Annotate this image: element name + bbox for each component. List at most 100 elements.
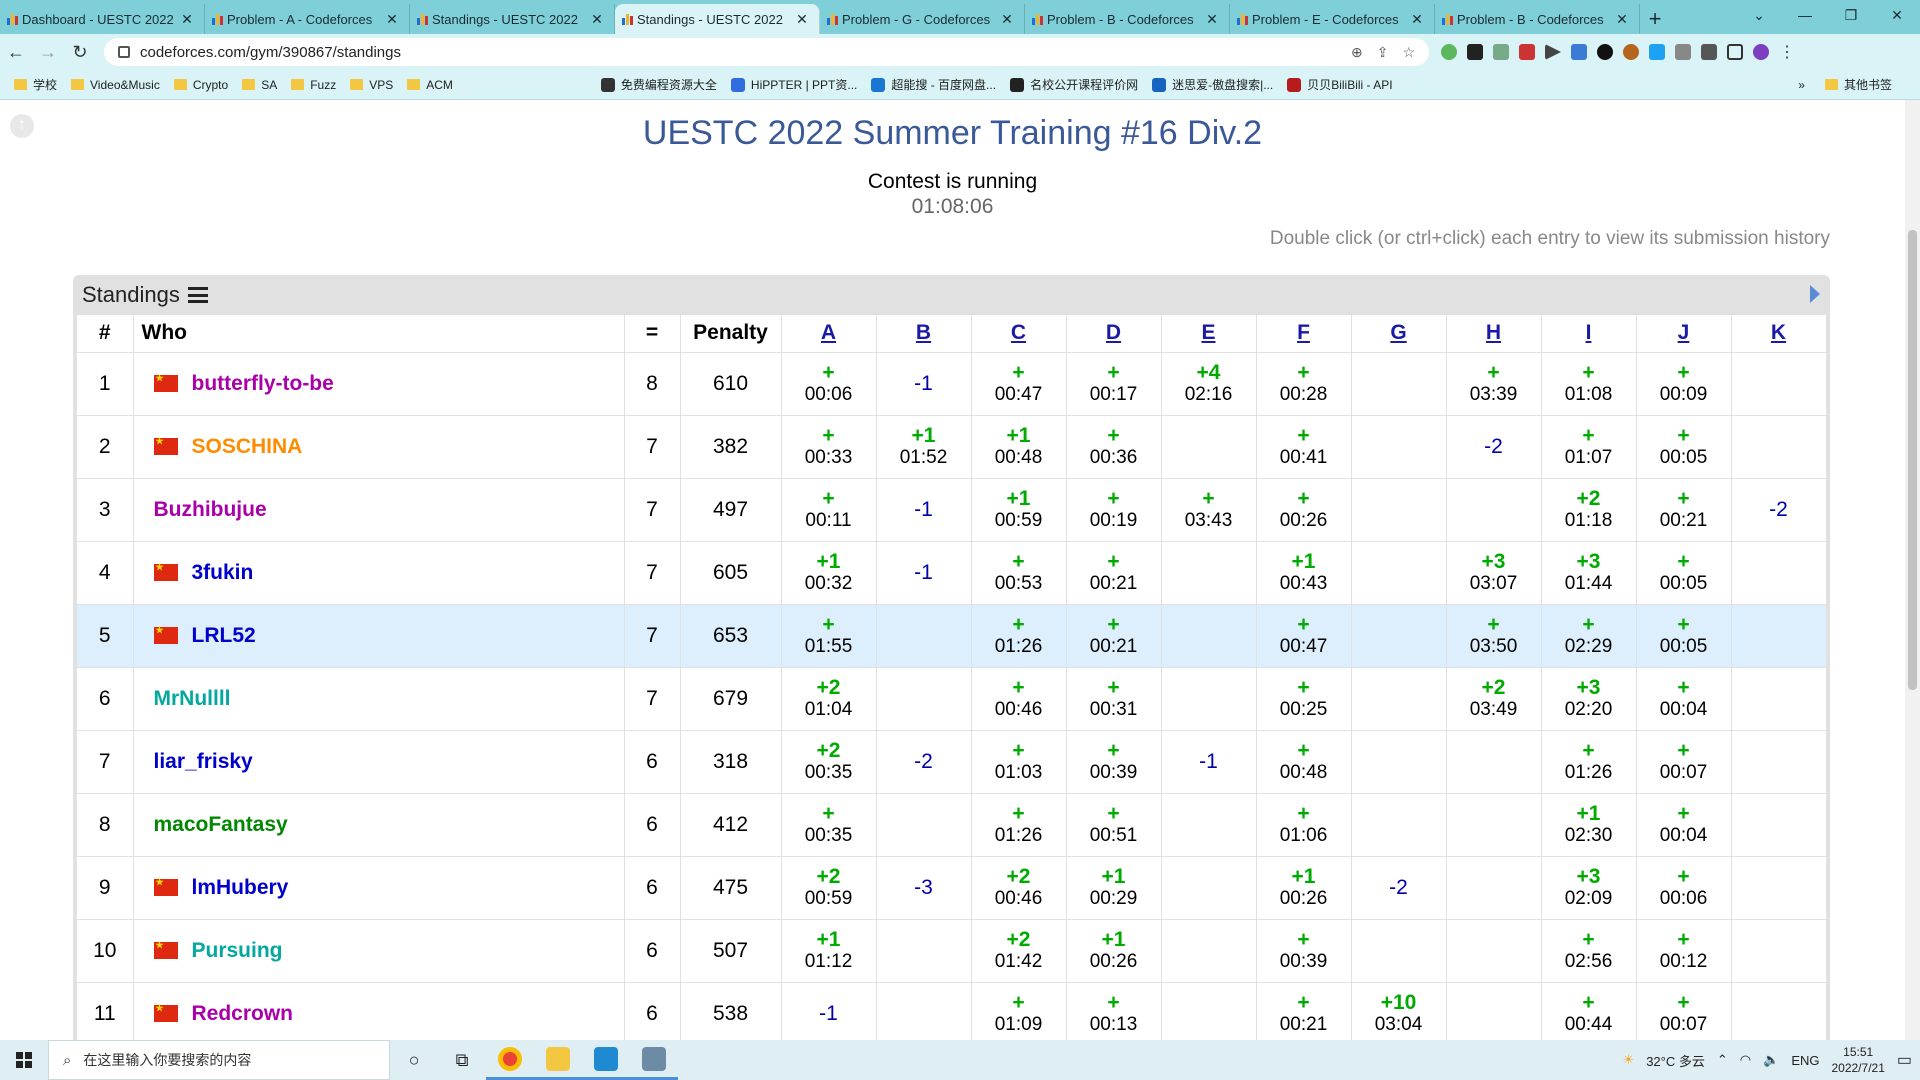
problem-link[interactable]: A: [821, 321, 836, 344]
problem-result-cell[interactable]: +2 00:35: [781, 730, 877, 794]
bookmark-star-icon[interactable]: ☆: [1402, 44, 1415, 61]
problem-result-cell[interactable]: [1351, 730, 1447, 794]
problem-result-cell[interactable]: +00:04: [1636, 793, 1732, 857]
participant-handle-link[interactable]: Buzhibujue: [154, 498, 267, 521]
address-bar[interactable]: codeforces.com/gym/390867/standings ⊕ ⇪ …: [104, 38, 1429, 66]
problem-result-cell[interactable]: +00:05: [1636, 604, 1732, 668]
participant-handle-link[interactable]: macoFantasy: [154, 813, 288, 836]
problem-result-cell[interactable]: [876, 793, 972, 857]
problem-result-cell[interactable]: [1731, 856, 1827, 920]
problem-result-cell[interactable]: +01:26: [971, 793, 1067, 857]
problem-link[interactable]: D: [1106, 321, 1121, 344]
problem-result-cell[interactable]: +2 01:18: [1541, 478, 1637, 542]
tab-close-icon[interactable]: ✕: [1615, 11, 1629, 28]
problem-link[interactable]: I: [1586, 321, 1592, 344]
problem-result-cell[interactable]: -2: [1446, 415, 1542, 479]
weather-text[interactable]: 32°C 多云: [1646, 1051, 1705, 1070]
problem-result-cell[interactable]: +00:07: [1636, 982, 1732, 1040]
problem-result-cell[interactable]: +00:06: [1636, 856, 1732, 920]
bookmark-folder[interactable]: ACM: [407, 78, 453, 92]
participant-handle-link[interactable]: MrNullll: [154, 687, 231, 710]
problem-result-cell[interactable]: [1731, 415, 1827, 479]
problem-result-cell[interactable]: +2 03:49: [1446, 667, 1542, 731]
problem-result-cell[interactable]: +1 00:48: [971, 415, 1067, 479]
problem-result-cell[interactable]: +1 01:52: [876, 415, 972, 479]
clock[interactable]: 15:51 2022/7/21: [1831, 1044, 1884, 1076]
problem-result-cell[interactable]: -1: [876, 541, 972, 605]
problem-result-cell[interactable]: +00:46: [971, 667, 1067, 731]
problem-result-cell[interactable]: +00:31: [1066, 667, 1162, 731]
problem-result-cell[interactable]: [1351, 793, 1447, 857]
problem-result-cell[interactable]: [1731, 541, 1827, 605]
bookmark-folder[interactable]: SA: [242, 78, 277, 92]
problem-result-cell[interactable]: -2: [1351, 856, 1447, 920]
vscode-icon[interactable]: [582, 1040, 630, 1080]
problem-result-cell[interactable]: [1446, 982, 1542, 1040]
problem-result-cell[interactable]: +3 01:44: [1541, 541, 1637, 605]
standings-row[interactable]: 11Redcrown6538-1+01:09+00:13+00:21+1003:…: [77, 982, 1827, 1040]
close-window-button[interactable]: ✕: [1874, 0, 1920, 34]
problem-result-cell[interactable]: +1 00:29: [1066, 856, 1162, 920]
participant-handle-link[interactable]: lmHubery: [192, 876, 289, 899]
problem-link[interactable]: B: [916, 321, 931, 344]
problem-result-cell[interactable]: [876, 919, 972, 983]
problem-result-cell[interactable]: +00:36: [1066, 415, 1162, 479]
participant-handle-link[interactable]: LRL52: [192, 624, 256, 647]
tab-close-icon[interactable]: ✕: [795, 11, 809, 28]
problem-result-cell[interactable]: [1161, 667, 1257, 731]
problem-result-cell[interactable]: +00:47: [971, 352, 1067, 416]
problem-result-cell[interactable]: [1351, 919, 1447, 983]
tab-close-icon[interactable]: ✕: [180, 11, 194, 28]
extension-icon[interactable]: [1597, 44, 1613, 60]
problem-result-cell[interactable]: +1 00:26: [1256, 856, 1352, 920]
problem-result-cell[interactable]: +01:55: [781, 604, 877, 668]
problem-link[interactable]: E: [1201, 321, 1215, 344]
share-icon[interactable]: ⇪: [1377, 44, 1389, 61]
problem-result-cell[interactable]: +01:07: [1541, 415, 1637, 479]
problem-result-cell[interactable]: [1161, 982, 1257, 1040]
problem-result-cell[interactable]: [1161, 919, 1257, 983]
problem-result-cell[interactable]: [1446, 730, 1542, 794]
tab-search-icon[interactable]: ⌄: [1736, 0, 1782, 34]
problem-result-cell[interactable]: +00:25: [1256, 667, 1352, 731]
standings-row[interactable]: 5LRL527653+01:55+01:26+00:21+00:47+03:50…: [77, 604, 1827, 668]
browser-tab[interactable]: Problem - B - Codeforces ✕: [1025, 4, 1230, 34]
cookie-extension-icon[interactable]: [1623, 44, 1639, 60]
problem-result-cell[interactable]: +00:44: [1541, 982, 1637, 1040]
problem-result-cell[interactable]: +2 00:46: [971, 856, 1067, 920]
problem-result-cell[interactable]: [876, 667, 972, 731]
problem-result-cell[interactable]: -2: [1731, 478, 1827, 542]
problem-result-cell[interactable]: +3 03:07: [1446, 541, 1542, 605]
browser-tab[interactable]: Problem - B - Codeforces ✕: [1435, 4, 1640, 34]
scrollbar-thumb[interactable]: [1908, 230, 1917, 690]
participant-handle-link[interactable]: Redcrown: [192, 1002, 294, 1025]
browser-tab[interactable]: Problem - G - Codeforces ✕: [820, 4, 1025, 34]
problem-result-cell[interactable]: +00:11: [781, 478, 877, 542]
language-indicator[interactable]: ENG: [1791, 1053, 1819, 1068]
tab-close-icon[interactable]: ✕: [385, 11, 399, 28]
bookmark-link[interactable]: 名校公开课程评价网: [1010, 76, 1138, 93]
problem-result-cell[interactable]: +1 00:59: [971, 478, 1067, 542]
problem-result-cell[interactable]: +00:05: [1636, 415, 1732, 479]
problem-result-cell[interactable]: +01:09: [971, 982, 1067, 1040]
problem-result-cell[interactable]: [1731, 604, 1827, 668]
problem-result-cell[interactable]: +1 01:12: [781, 919, 877, 983]
problem-result-cell[interactable]: +00:19: [1066, 478, 1162, 542]
problem-result-cell[interactable]: +00:07: [1636, 730, 1732, 794]
problem-result-cell[interactable]: -1: [876, 352, 972, 416]
problem-result-cell[interactable]: +01:06: [1256, 793, 1352, 857]
problem-result-cell[interactable]: +00:21: [1066, 541, 1162, 605]
problem-result-cell[interactable]: +00:35: [781, 793, 877, 857]
list-icon[interactable]: [187, 287, 208, 303]
problem-result-cell[interactable]: +00:13: [1066, 982, 1162, 1040]
problem-result-cell[interactable]: +00:51: [1066, 793, 1162, 857]
problem-result-cell[interactable]: [1731, 982, 1827, 1040]
problem-result-cell[interactable]: +3 02:09: [1541, 856, 1637, 920]
participant-handle-link[interactable]: butterfly-to-be: [192, 372, 334, 395]
bookmark-folder[interactable]: Fuzz: [291, 78, 336, 92]
problem-result-cell[interactable]: +2 01:04: [781, 667, 877, 731]
notifications-icon[interactable]: ▭: [1897, 1050, 1912, 1070]
puzzle-extensions-icon[interactable]: [1701, 44, 1717, 60]
sidebar-icon[interactable]: [1727, 44, 1743, 60]
standings-row[interactable]: 9lmHubery6475+200:59-3+200:46+100:29+100…: [77, 856, 1827, 920]
